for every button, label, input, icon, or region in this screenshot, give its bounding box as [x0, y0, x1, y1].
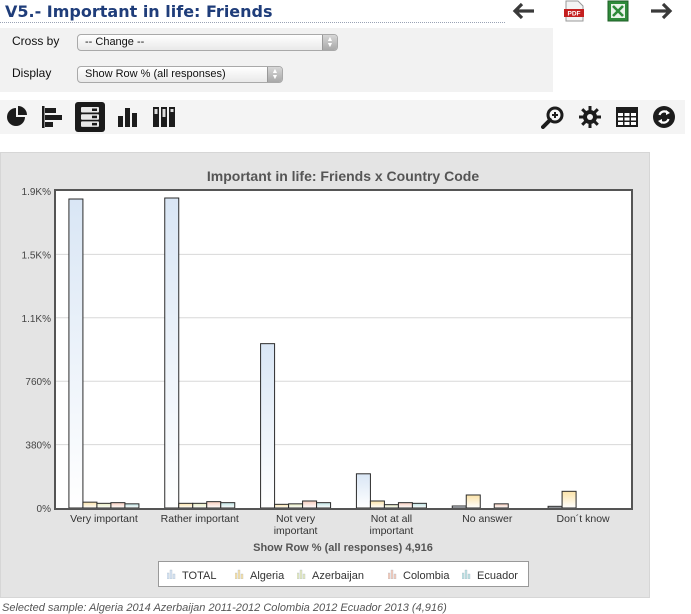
x-axis-label: Show Row % (all responses) 4,916: [253, 542, 433, 554]
legend-item-azerbaijan[interactable]: Azerbaijan: [296, 569, 364, 582]
bar-azerbaijan: [192, 502, 208, 509]
x-tick-label: Rather important: [161, 513, 239, 525]
legend-bars-icon: [461, 569, 471, 580]
bar-azerbaijan: [96, 502, 112, 509]
chart-legend: TOTAL Algeria Azerbaijan Colombia Ecuador: [158, 561, 529, 587]
y-tick-label: 1.5K%: [22, 250, 52, 261]
y-tick-label: 760%: [25, 377, 51, 388]
bar-colombia: [206, 501, 222, 509]
x-tick-label: Not very: [276, 513, 316, 525]
x-tick-label: Not at all: [371, 513, 412, 525]
y-tick-label: 0%: [37, 504, 52, 515]
x-tick-label: important: [370, 525, 414, 537]
legend-item-total[interactable]: TOTAL: [166, 569, 217, 582]
plot-area: [55, 190, 632, 509]
legend-item-algeria[interactable]: Algeria: [234, 569, 285, 582]
sample-note: Selected sample: Algeria 2014 Azerbaijan…: [2, 602, 447, 614]
legend-label: TOTAL: [182, 570, 217, 582]
bar-total: [260, 343, 276, 509]
bar-chart: Important in life: Friends x Country Cod…: [22, 168, 633, 554]
legend-bars-icon: [387, 569, 397, 580]
legend-item-colombia[interactable]: Colombia: [387, 569, 450, 582]
bar-total: [68, 198, 84, 509]
bar-total: [164, 197, 180, 509]
bar-algeria: [465, 494, 481, 509]
bar-colombia: [302, 500, 318, 509]
bar-algeria: [82, 501, 98, 509]
bar-algeria: [561, 490, 577, 509]
bar-ecuador: [316, 502, 332, 509]
bar-colombia: [110, 502, 126, 509]
x-tick-label: important: [274, 525, 318, 537]
legend-bars-icon: [234, 569, 244, 580]
bar-azerbaijan: [383, 504, 399, 509]
bar-total: [451, 505, 467, 509]
bar-azerbaijan: [288, 503, 304, 509]
legend-label: Algeria: [250, 570, 285, 582]
bar-algeria: [369, 500, 385, 509]
bar-total: [547, 505, 563, 509]
legend-label: Colombia: [403, 570, 450, 582]
bar-ecuador: [411, 502, 427, 509]
y-tick-label: 1.1K%: [22, 314, 52, 325]
x-axis-ticks: Very important Rather important Not veryim…: [70, 513, 610, 537]
legend-label: Ecuador: [477, 570, 518, 582]
legend-bars-icon: [166, 569, 176, 580]
chart-title: Important in life: Friends x Country Cod…: [207, 168, 479, 184]
legend-label: Azerbaijan: [312, 570, 364, 582]
bar-algeria: [178, 502, 194, 509]
x-tick-label: Don´t know: [557, 513, 611, 525]
bar-total: [355, 473, 371, 509]
y-axis-ticks: 0% 380% 760% 1.1K% 1.5K% 1.9K%: [22, 187, 52, 515]
bar-colombia: [397, 502, 413, 509]
legend-item-ecuador[interactable]: Ecuador: [461, 569, 518, 582]
bar-algeria: [274, 503, 290, 509]
bar-ecuador: [220, 502, 236, 509]
x-tick-label: Very important: [70, 513, 138, 525]
legend-bars-icon: [296, 569, 306, 580]
y-tick-label: 1.9K%: [22, 187, 52, 198]
bar-colombia: [493, 503, 509, 509]
y-tick-label: 380%: [25, 441, 51, 452]
x-tick-label: No answer: [462, 513, 513, 525]
bar-ecuador: [124, 503, 140, 509]
